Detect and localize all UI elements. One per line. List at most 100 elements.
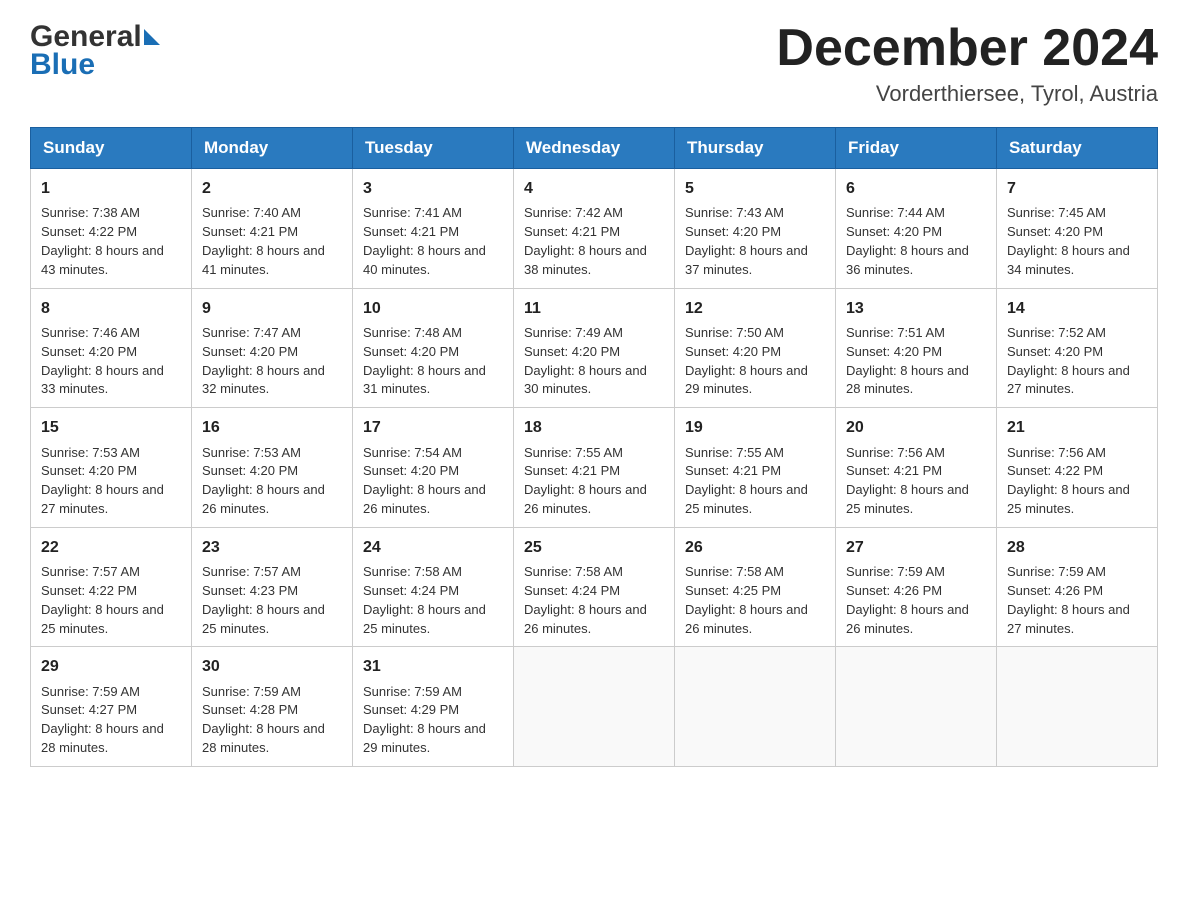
day-number: 22 <box>41 536 181 559</box>
day-info: Sunrise: 7:48 AMSunset: 4:20 PMDaylight:… <box>363 325 486 397</box>
day-number: 29 <box>41 655 181 678</box>
day-number: 19 <box>685 416 825 439</box>
day-number: 9 <box>202 297 342 320</box>
day-info: Sunrise: 7:45 AMSunset: 4:20 PMDaylight:… <box>1007 205 1130 277</box>
table-row: 11 Sunrise: 7:49 AMSunset: 4:20 PMDaylig… <box>514 288 675 408</box>
table-row: 21 Sunrise: 7:56 AMSunset: 4:22 PMDaylig… <box>997 408 1158 528</box>
day-info: Sunrise: 7:59 AMSunset: 4:26 PMDaylight:… <box>1007 564 1130 636</box>
table-row: 24 Sunrise: 7:58 AMSunset: 4:24 PMDaylig… <box>353 527 514 647</box>
calendar-header-row: Sunday Monday Tuesday Wednesday Thursday… <box>31 128 1158 169</box>
col-wednesday: Wednesday <box>514 128 675 169</box>
day-info: Sunrise: 7:38 AMSunset: 4:22 PMDaylight:… <box>41 205 164 277</box>
table-row: 23 Sunrise: 7:57 AMSunset: 4:23 PMDaylig… <box>192 527 353 647</box>
col-tuesday: Tuesday <box>353 128 514 169</box>
day-info: Sunrise: 7:53 AMSunset: 4:20 PMDaylight:… <box>41 445 164 517</box>
table-row: 6 Sunrise: 7:44 AMSunset: 4:20 PMDayligh… <box>836 169 997 289</box>
table-row: 19 Sunrise: 7:55 AMSunset: 4:21 PMDaylig… <box>675 408 836 528</box>
table-row: 10 Sunrise: 7:48 AMSunset: 4:20 PMDaylig… <box>353 288 514 408</box>
day-info: Sunrise: 7:58 AMSunset: 4:25 PMDaylight:… <box>685 564 808 636</box>
table-row: 2 Sunrise: 7:40 AMSunset: 4:21 PMDayligh… <box>192 169 353 289</box>
day-info: Sunrise: 7:40 AMSunset: 4:21 PMDaylight:… <box>202 205 325 277</box>
table-row: 27 Sunrise: 7:59 AMSunset: 4:26 PMDaylig… <box>836 527 997 647</box>
table-row: 4 Sunrise: 7:42 AMSunset: 4:21 PMDayligh… <box>514 169 675 289</box>
day-number: 8 <box>41 297 181 320</box>
day-number: 3 <box>363 177 503 200</box>
day-number: 1 <box>41 177 181 200</box>
day-info: Sunrise: 7:54 AMSunset: 4:20 PMDaylight:… <box>363 445 486 517</box>
table-row: 20 Sunrise: 7:56 AMSunset: 4:21 PMDaylig… <box>836 408 997 528</box>
table-row: 30 Sunrise: 7:59 AMSunset: 4:28 PMDaylig… <box>192 647 353 767</box>
day-info: Sunrise: 7:55 AMSunset: 4:21 PMDaylight:… <box>685 445 808 517</box>
day-number: 30 <box>202 655 342 678</box>
day-number: 27 <box>846 536 986 559</box>
col-sunday: Sunday <box>31 128 192 169</box>
day-info: Sunrise: 7:44 AMSunset: 4:20 PMDaylight:… <box>846 205 969 277</box>
calendar-week-row: 15 Sunrise: 7:53 AMSunset: 4:20 PMDaylig… <box>31 408 1158 528</box>
day-info: Sunrise: 7:52 AMSunset: 4:20 PMDaylight:… <box>1007 325 1130 397</box>
table-row <box>997 647 1158 767</box>
day-info: Sunrise: 7:51 AMSunset: 4:20 PMDaylight:… <box>846 325 969 397</box>
calendar-week-row: 22 Sunrise: 7:57 AMSunset: 4:22 PMDaylig… <box>31 527 1158 647</box>
logo-arrow-icon <box>144 29 160 45</box>
table-row <box>836 647 997 767</box>
table-row: 26 Sunrise: 7:58 AMSunset: 4:25 PMDaylig… <box>675 527 836 647</box>
day-number: 16 <box>202 416 342 439</box>
day-number: 26 <box>685 536 825 559</box>
table-row: 29 Sunrise: 7:59 AMSunset: 4:27 PMDaylig… <box>31 647 192 767</box>
col-thursday: Thursday <box>675 128 836 169</box>
calendar-week-row: 8 Sunrise: 7:46 AMSunset: 4:20 PMDayligh… <box>31 288 1158 408</box>
day-info: Sunrise: 7:59 AMSunset: 4:26 PMDaylight:… <box>846 564 969 636</box>
day-info: Sunrise: 7:57 AMSunset: 4:22 PMDaylight:… <box>41 564 164 636</box>
day-info: Sunrise: 7:43 AMSunset: 4:20 PMDaylight:… <box>685 205 808 277</box>
table-row <box>514 647 675 767</box>
page-header: General Blue December 2024 Vorderthierse… <box>30 20 1158 107</box>
table-row: 12 Sunrise: 7:50 AMSunset: 4:20 PMDaylig… <box>675 288 836 408</box>
day-number: 7 <box>1007 177 1147 200</box>
day-info: Sunrise: 7:59 AMSunset: 4:27 PMDaylight:… <box>41 684 164 756</box>
day-info: Sunrise: 7:55 AMSunset: 4:21 PMDaylight:… <box>524 445 647 517</box>
col-friday: Friday <box>836 128 997 169</box>
day-number: 10 <box>363 297 503 320</box>
day-number: 6 <box>846 177 986 200</box>
day-number: 24 <box>363 536 503 559</box>
table-row: 28 Sunrise: 7:59 AMSunset: 4:26 PMDaylig… <box>997 527 1158 647</box>
day-info: Sunrise: 7:41 AMSunset: 4:21 PMDaylight:… <box>363 205 486 277</box>
table-row: 5 Sunrise: 7:43 AMSunset: 4:20 PMDayligh… <box>675 169 836 289</box>
table-row: 16 Sunrise: 7:53 AMSunset: 4:20 PMDaylig… <box>192 408 353 528</box>
table-row: 18 Sunrise: 7:55 AMSunset: 4:21 PMDaylig… <box>514 408 675 528</box>
table-row: 9 Sunrise: 7:47 AMSunset: 4:20 PMDayligh… <box>192 288 353 408</box>
month-title: December 2024 <box>776 20 1158 77</box>
table-row: 13 Sunrise: 7:51 AMSunset: 4:20 PMDaylig… <box>836 288 997 408</box>
table-row: 25 Sunrise: 7:58 AMSunset: 4:24 PMDaylig… <box>514 527 675 647</box>
day-number: 17 <box>363 416 503 439</box>
logo-blue-text: Blue <box>30 48 160 82</box>
day-number: 20 <box>846 416 986 439</box>
table-row: 14 Sunrise: 7:52 AMSunset: 4:20 PMDaylig… <box>997 288 1158 408</box>
day-number: 12 <box>685 297 825 320</box>
location-subtitle: Vorderthiersee, Tyrol, Austria <box>776 81 1158 107</box>
table-row <box>675 647 836 767</box>
day-number: 14 <box>1007 297 1147 320</box>
table-row: 3 Sunrise: 7:41 AMSunset: 4:21 PMDayligh… <box>353 169 514 289</box>
table-row: 8 Sunrise: 7:46 AMSunset: 4:20 PMDayligh… <box>31 288 192 408</box>
day-number: 23 <box>202 536 342 559</box>
day-info: Sunrise: 7:56 AMSunset: 4:21 PMDaylight:… <box>846 445 969 517</box>
col-monday: Monday <box>192 128 353 169</box>
day-info: Sunrise: 7:50 AMSunset: 4:20 PMDaylight:… <box>685 325 808 397</box>
day-info: Sunrise: 7:57 AMSunset: 4:23 PMDaylight:… <box>202 564 325 636</box>
day-number: 18 <box>524 416 664 439</box>
day-info: Sunrise: 7:58 AMSunset: 4:24 PMDaylight:… <box>524 564 647 636</box>
col-saturday: Saturday <box>997 128 1158 169</box>
table-row: 22 Sunrise: 7:57 AMSunset: 4:22 PMDaylig… <box>31 527 192 647</box>
day-info: Sunrise: 7:59 AMSunset: 4:29 PMDaylight:… <box>363 684 486 756</box>
day-number: 25 <box>524 536 664 559</box>
day-number: 2 <box>202 177 342 200</box>
day-number: 31 <box>363 655 503 678</box>
day-info: Sunrise: 7:49 AMSunset: 4:20 PMDaylight:… <box>524 325 647 397</box>
day-number: 5 <box>685 177 825 200</box>
title-section: December 2024 Vorderthiersee, Tyrol, Aus… <box>776 20 1158 107</box>
day-info: Sunrise: 7:42 AMSunset: 4:21 PMDaylight:… <box>524 205 647 277</box>
day-info: Sunrise: 7:58 AMSunset: 4:24 PMDaylight:… <box>363 564 486 636</box>
day-info: Sunrise: 7:46 AMSunset: 4:20 PMDaylight:… <box>41 325 164 397</box>
calendar-table: Sunday Monday Tuesday Wednesday Thursday… <box>30 127 1158 767</box>
